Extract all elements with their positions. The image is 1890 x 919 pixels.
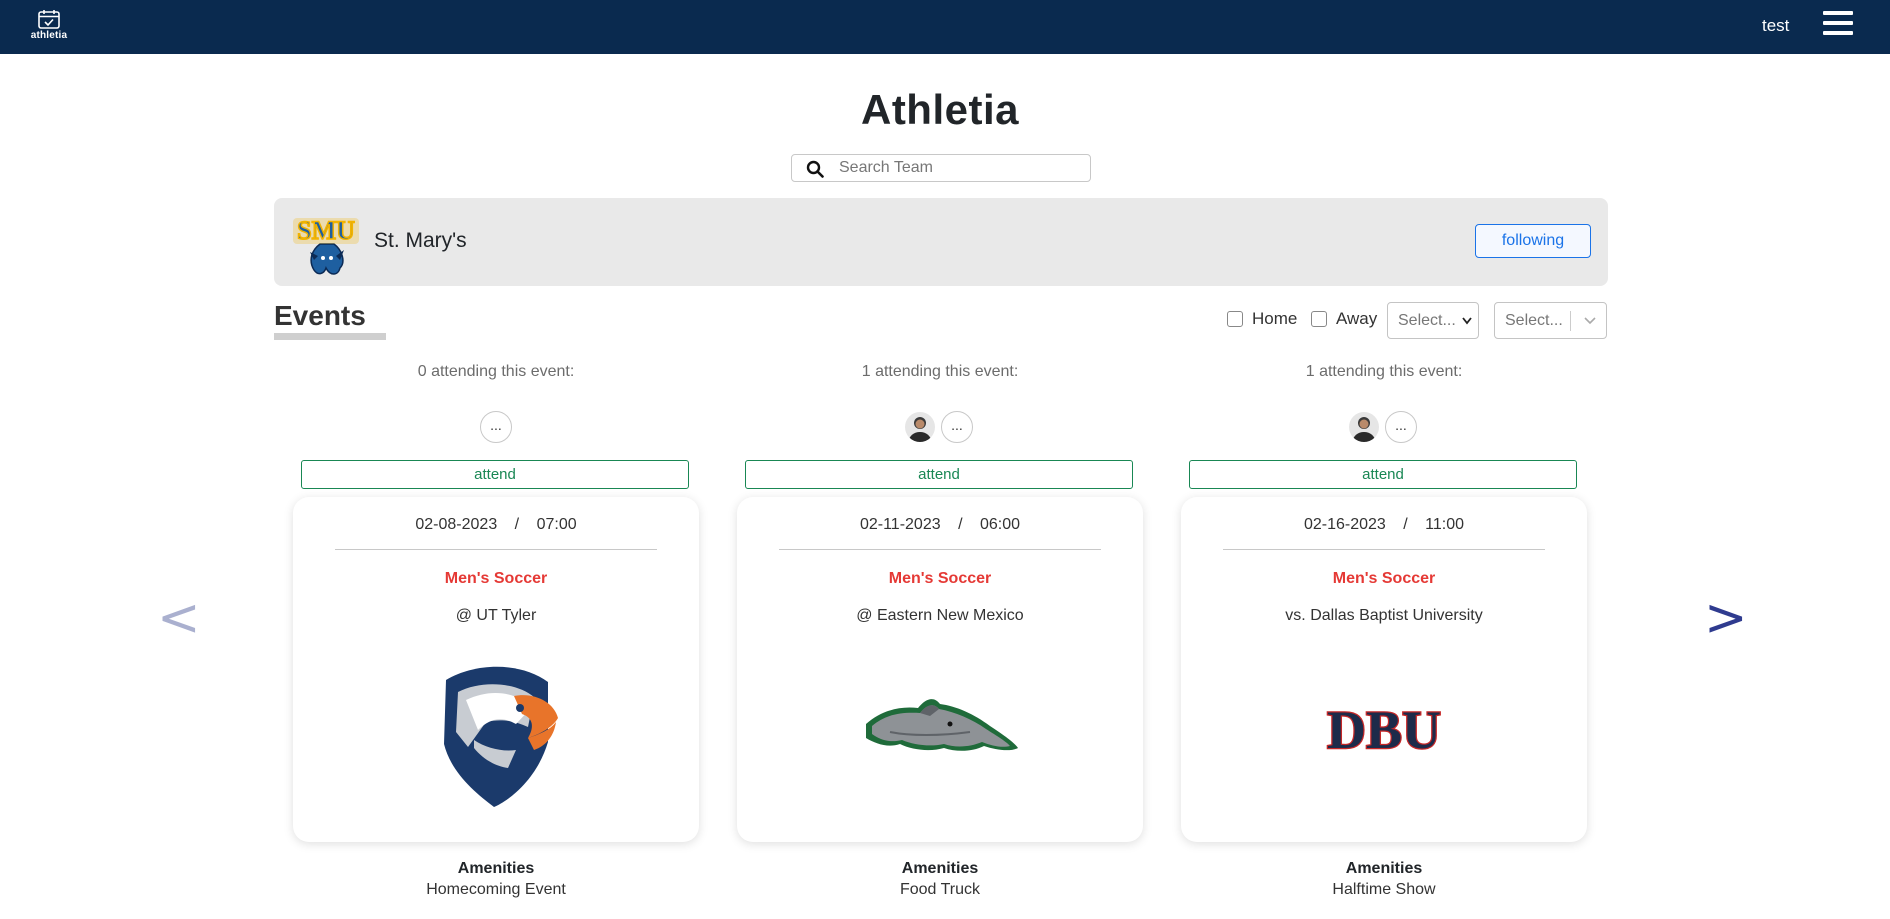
person-avatar-icon xyxy=(1349,412,1379,442)
sport-select[interactable]: Select... xyxy=(1387,302,1479,339)
page-title: Athletia xyxy=(860,86,1019,133)
top-navbar: athletia test xyxy=(0,0,1890,54)
event-date: 02-16-2023 xyxy=(1303,516,1386,533)
search-input[interactable] xyxy=(839,157,1079,179)
amenities-label: Amenities xyxy=(1345,860,1423,877)
chevron-down-icon xyxy=(1462,317,1472,325)
team-header: SMU St. Mary's following xyxy=(274,198,1608,286)
attend-button[interactable]: attend xyxy=(1189,460,1577,489)
divider xyxy=(1223,549,1545,550)
away-checkbox[interactable] xyxy=(1311,311,1327,327)
away-filter[interactable]: Away xyxy=(1311,309,1377,329)
amenities-label: Amenities xyxy=(457,860,535,877)
team-search xyxy=(791,154,1091,182)
person-avatar-icon xyxy=(905,412,935,442)
search-icon xyxy=(806,160,824,178)
events-heading: Events xyxy=(274,300,366,331)
event-date: 02-08-2023 xyxy=(415,516,498,533)
home-checkbox[interactable] xyxy=(1227,311,1243,327)
events-heading-underline xyxy=(274,333,386,340)
attending-count: 1 attending this event: xyxy=(861,363,1019,380)
attendee-avatar[interactable] xyxy=(1349,412,1379,442)
event-datetime: 02-16-2023 / 11:00 xyxy=(1303,516,1465,533)
dbu-logo: DBU xyxy=(1326,699,1443,762)
event-select[interactable]: Select... xyxy=(1494,302,1607,339)
hamburger-menu-icon[interactable] xyxy=(1823,11,1853,39)
amenities-label: Amenities xyxy=(901,860,979,877)
carousel-prev-arrow[interactable]: < xyxy=(157,588,201,648)
select-separator xyxy=(1570,311,1571,331)
attending-count: 1 attending this event: xyxy=(1305,363,1463,380)
event-opponent: vs. Dallas Baptist University xyxy=(1285,607,1483,624)
event-datetime: 02-08-2023 / 07:00 xyxy=(415,516,577,533)
more-attendees-button[interactable]: ... xyxy=(480,411,512,443)
amenity-value: Food Truck xyxy=(899,881,981,898)
dbu-logo-text: DBU xyxy=(1327,700,1441,760)
event-opponent: @ UT Tyler xyxy=(455,607,537,624)
following-button[interactable]: following xyxy=(1475,224,1591,258)
event-select-value: Select... xyxy=(1505,312,1563,329)
home-filter-label: Home xyxy=(1252,309,1298,328)
divider xyxy=(779,549,1101,550)
event-sport: Men's Soccer xyxy=(444,570,548,587)
event-time: 11:00 xyxy=(1425,516,1465,533)
chevron-down-icon xyxy=(1584,317,1596,325)
sport-select-value: Select... xyxy=(1398,312,1456,329)
team-name: St. Mary's xyxy=(374,229,467,252)
amenity-value: Homecoming Event xyxy=(426,881,566,898)
carousel-next-arrow[interactable]: > xyxy=(1704,588,1748,648)
calendar-check-icon xyxy=(38,10,60,29)
away-filter-label: Away xyxy=(1336,309,1378,328)
attend-button[interactable]: attend xyxy=(301,460,689,489)
attending-count: 0 attending this event: xyxy=(417,363,575,380)
attendee-avatar[interactable] xyxy=(905,412,935,442)
event-sport: Men's Soccer xyxy=(1332,570,1436,587)
event-datetime: 02-11-2023 / 06:00 xyxy=(859,516,1021,533)
event-opponent: @ Eastern New Mexico xyxy=(856,607,1024,624)
attend-button[interactable]: attend xyxy=(745,460,1133,489)
eagle-logo xyxy=(444,666,558,807)
event-card[interactable]: 02-16-2023 / 11:00 Men's Soccer vs. Dall… xyxy=(1181,497,1587,842)
brand-logo[interactable]: athletia xyxy=(28,9,70,45)
user-name[interactable]: test xyxy=(1762,16,1789,36)
event-card[interactable]: 02-08-2023 / 07:00 Men's Soccer @ UT Tyl… xyxy=(293,497,699,842)
amenity-value: Halftime Show xyxy=(1332,881,1436,898)
greyhound-logo xyxy=(866,699,1018,751)
divider xyxy=(335,549,657,550)
more-attendees-button[interactable]: ... xyxy=(941,411,973,443)
smu-team-logo: SMU xyxy=(293,215,359,275)
event-date: 02-11-2023 xyxy=(859,516,941,533)
event-time: 06:00 xyxy=(979,516,1021,533)
smu-logo-text: SMU xyxy=(297,216,355,245)
more-attendees-button[interactable]: ... xyxy=(1385,411,1417,443)
brand-text: athletia xyxy=(30,30,68,41)
event-card[interactable]: 02-11-2023 / 06:00 Men's Soccer @ Easter… xyxy=(737,497,1143,842)
event-sport: Men's Soccer xyxy=(888,570,992,587)
home-filter[interactable]: Home xyxy=(1227,309,1297,329)
event-time: 07:00 xyxy=(536,516,577,533)
